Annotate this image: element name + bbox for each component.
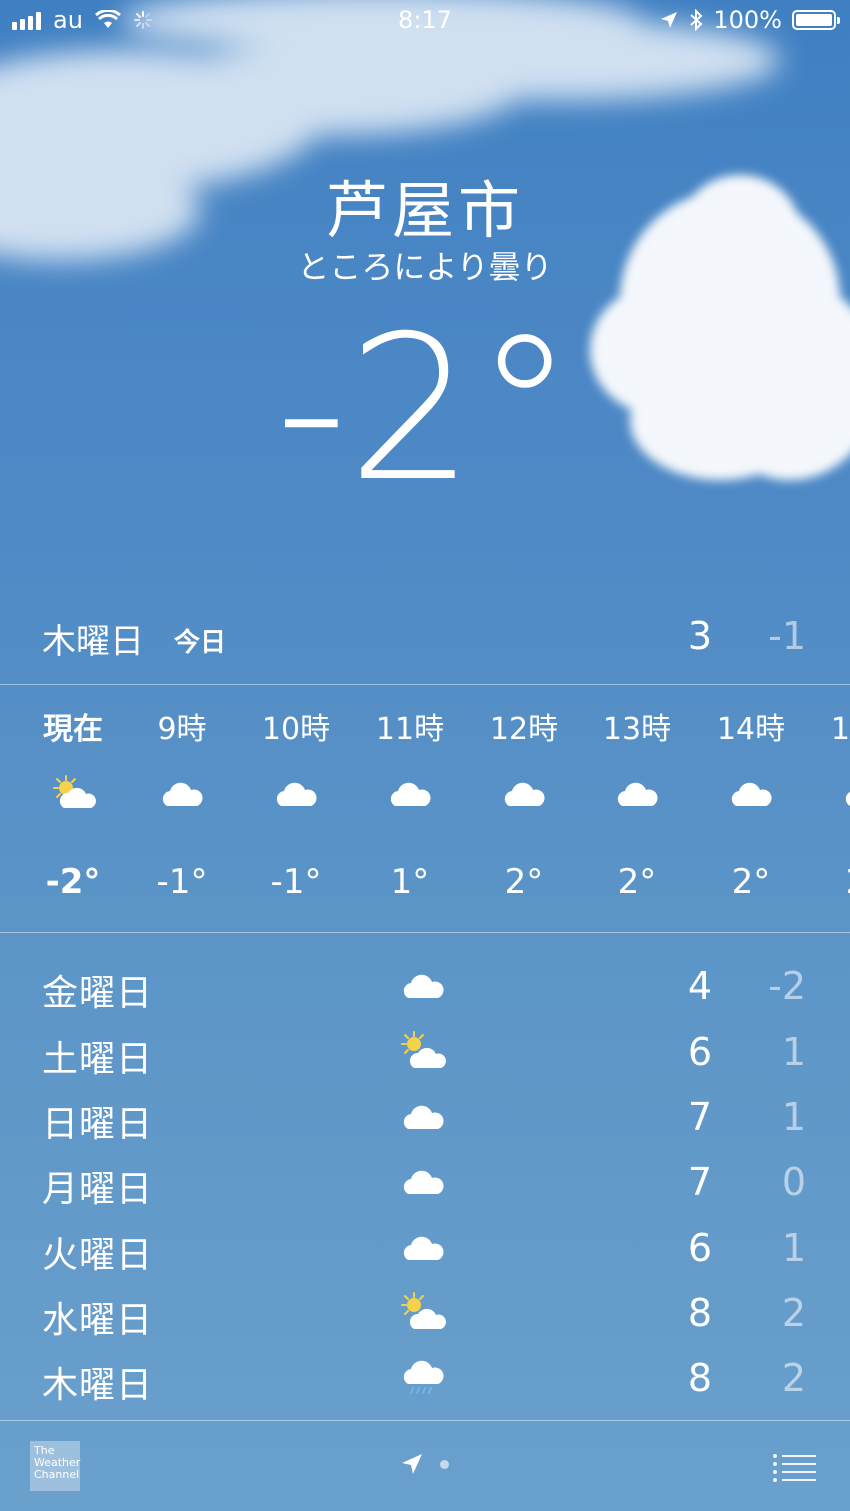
today-high: 3 xyxy=(687,614,712,658)
divider xyxy=(0,1420,850,1421)
location-services-icon xyxy=(661,12,678,28)
cloud-icon xyxy=(617,782,658,806)
day-high: 7 xyxy=(687,1095,712,1139)
daily-row: 土曜日 6 1 xyxy=(0,1020,850,1082)
hour-temperature: 2° xyxy=(810,862,850,902)
cloud-icon xyxy=(403,1236,444,1260)
page-indicator-dot[interactable] xyxy=(440,1460,449,1469)
today-day-name: 木曜日 xyxy=(42,622,144,662)
hour-temperature: 2° xyxy=(731,862,771,902)
cloud-icon xyxy=(403,974,444,998)
daily-row: 月曜日 7 0 xyxy=(0,1150,850,1212)
partly-sunny-icon xyxy=(401,1292,446,1329)
hour-label: 15時 xyxy=(830,712,850,747)
hour-label: 9時 xyxy=(157,712,207,747)
day-low: 1 xyxy=(781,1095,806,1139)
cloud-icon xyxy=(845,792,850,806)
city-list-icon[interactable] xyxy=(772,1452,818,1482)
day-name: 月曜日 xyxy=(42,1169,154,1210)
today-summary-row: 木曜日 今日 3 -1 xyxy=(0,604,850,666)
daily-row: 木曜日 8 2 xyxy=(0,1346,850,1408)
current-location-icon[interactable] xyxy=(400,1452,424,1476)
status-bar: au 8:17 100% xyxy=(0,0,850,44)
cloud-icon xyxy=(162,782,203,806)
day-low: 1 xyxy=(781,1226,806,1270)
cloud-icon xyxy=(731,782,772,806)
day-high: 7 xyxy=(687,1160,712,1204)
day-low: 2 xyxy=(781,1356,806,1400)
day-low: 1 xyxy=(781,1030,806,1074)
day-name: 土曜日 xyxy=(42,1039,154,1080)
daily-row: 日曜日 7 1 xyxy=(0,1085,850,1147)
status-right: 100% xyxy=(659,6,840,34)
hourly-forecast[interactable]: 現在 -2° 9時 -1° 10時 -1° 11時 1° 12時 2° 13時 … xyxy=(0,686,850,932)
weather-channel-logo[interactable]: The Weather Channel xyxy=(30,1441,80,1491)
cloud-icon xyxy=(403,1170,444,1194)
footer-toolbar: The Weather Channel xyxy=(0,1422,850,1511)
weather-condition: ところにより曇り xyxy=(297,248,553,286)
divider xyxy=(0,684,850,685)
hour-temperature: 1° xyxy=(390,862,430,902)
cloud-icon xyxy=(504,782,545,806)
day-name: 水曜日 xyxy=(42,1300,154,1341)
day-low: 2 xyxy=(781,1291,806,1335)
day-name: 火曜日 xyxy=(42,1235,154,1276)
day-high: 8 xyxy=(687,1356,712,1400)
day-low: -2 xyxy=(768,964,806,1008)
day-high: 6 xyxy=(687,1226,712,1270)
rain-icon xyxy=(403,1360,444,1394)
current-temperature: -2° xyxy=(275,293,575,526)
hour-label: 14時 xyxy=(716,712,786,747)
day-name: 日曜日 xyxy=(42,1104,154,1145)
daily-row: 水曜日 8 2 xyxy=(0,1281,850,1343)
hour-label: 13時 xyxy=(602,712,672,747)
daily-row: 火曜日 6 1 xyxy=(0,1216,850,1278)
day-high: 4 xyxy=(687,964,712,1008)
day-high: 8 xyxy=(687,1291,712,1335)
hour-temperature: -2° xyxy=(45,862,101,902)
daily-row: 金曜日 4 -2 xyxy=(0,954,850,1016)
hour-label: 12時 xyxy=(489,712,559,747)
today-low: -1 xyxy=(768,614,806,658)
hour-label: 11時 xyxy=(375,712,445,747)
day-low: 0 xyxy=(781,1160,806,1204)
cloud-icon xyxy=(276,782,317,806)
hour-temperature: 2° xyxy=(617,862,657,902)
battery-icon xyxy=(792,10,840,30)
hour-label: 現在 xyxy=(43,712,103,747)
today-label: 今日 xyxy=(174,628,227,658)
day-name: 木曜日 xyxy=(42,1365,154,1406)
hour-temperature: -1° xyxy=(270,862,322,902)
partly-sunny-icon xyxy=(53,775,96,808)
city-name: 芦屋市 xyxy=(325,174,524,247)
bluetooth-icon xyxy=(690,9,703,31)
partly-sunny-icon xyxy=(401,1031,446,1068)
cloud-icon xyxy=(390,782,431,806)
battery-percent: 100% xyxy=(713,6,782,34)
hour-temperature: -1° xyxy=(156,862,208,902)
divider xyxy=(0,932,850,933)
cloud-icon xyxy=(403,1105,444,1129)
day-name: 金曜日 xyxy=(42,973,154,1014)
hour-label: 10時 xyxy=(261,712,331,747)
hour-temperature: 2° xyxy=(504,862,544,902)
day-high: 6 xyxy=(687,1030,712,1074)
